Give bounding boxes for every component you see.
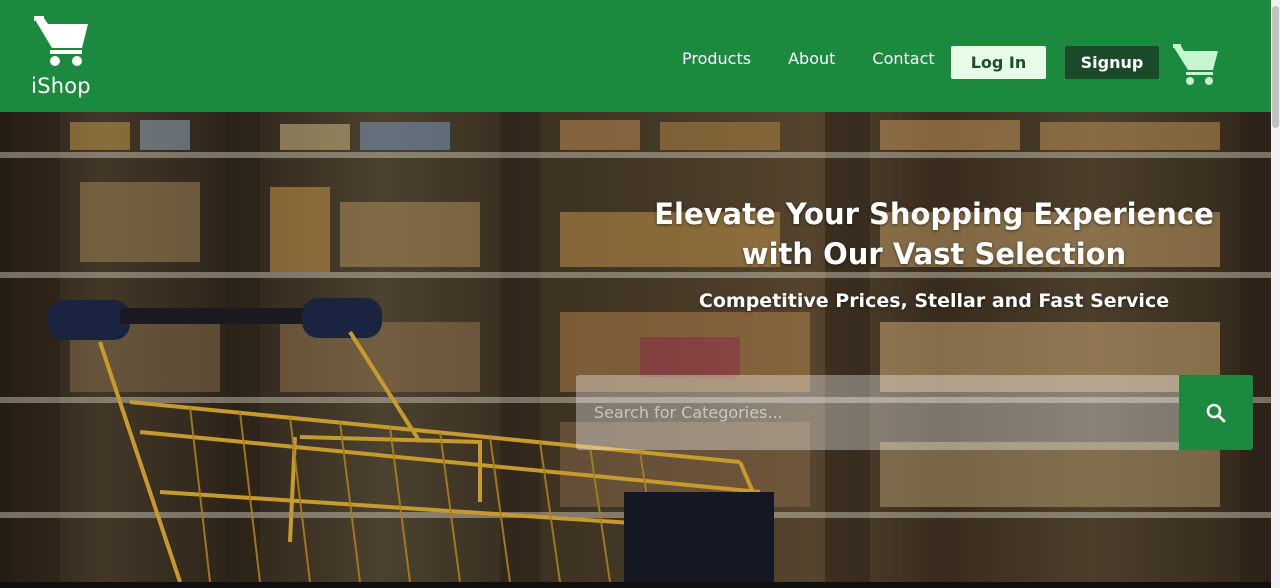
shopping-cart-icon bbox=[34, 16, 88, 66]
search-input[interactable] bbox=[576, 375, 1179, 450]
signup-button[interactable]: Signup bbox=[1065, 46, 1159, 79]
nav-link-about[interactable]: About bbox=[788, 48, 835, 70]
scrollbar-thumb[interactable] bbox=[1272, 6, 1279, 128]
shopping-cart-icon bbox=[1173, 44, 1218, 85]
brand-name: iShop bbox=[31, 74, 91, 98]
nav-link-products[interactable]: Products bbox=[682, 48, 751, 70]
hero-title-line2: with Our Vast Selection bbox=[741, 237, 1127, 271]
hero-subtitle: Competitive Prices, Stellar and Fast Ser… bbox=[698, 290, 1170, 312]
nav-links: Products About Contact bbox=[682, 48, 972, 70]
brand-logo-link[interactable]: iShop bbox=[30, 14, 94, 98]
search-form bbox=[576, 375, 1253, 450]
bottom-edge bbox=[0, 582, 1280, 588]
hero-title-line1: Elevate Your Shopping Experience bbox=[654, 197, 1214, 231]
vertical-scrollbar[interactable] bbox=[1271, 0, 1280, 588]
search-icon bbox=[1206, 403, 1226, 422]
hero-title: Elevate Your Shopping Experience with Ou… bbox=[600, 194, 1268, 274]
login-button[interactable]: Log In bbox=[951, 46, 1046, 79]
search-button[interactable] bbox=[1179, 375, 1253, 450]
navbar: iShop Products About Contact Log In Sign… bbox=[0, 0, 1271, 112]
nav-link-contact[interactable]: Contact bbox=[872, 48, 934, 70]
hero-section: Elevate Your Shopping Experience with Ou… bbox=[0, 112, 1271, 582]
cart-button[interactable] bbox=[1172, 43, 1220, 87]
